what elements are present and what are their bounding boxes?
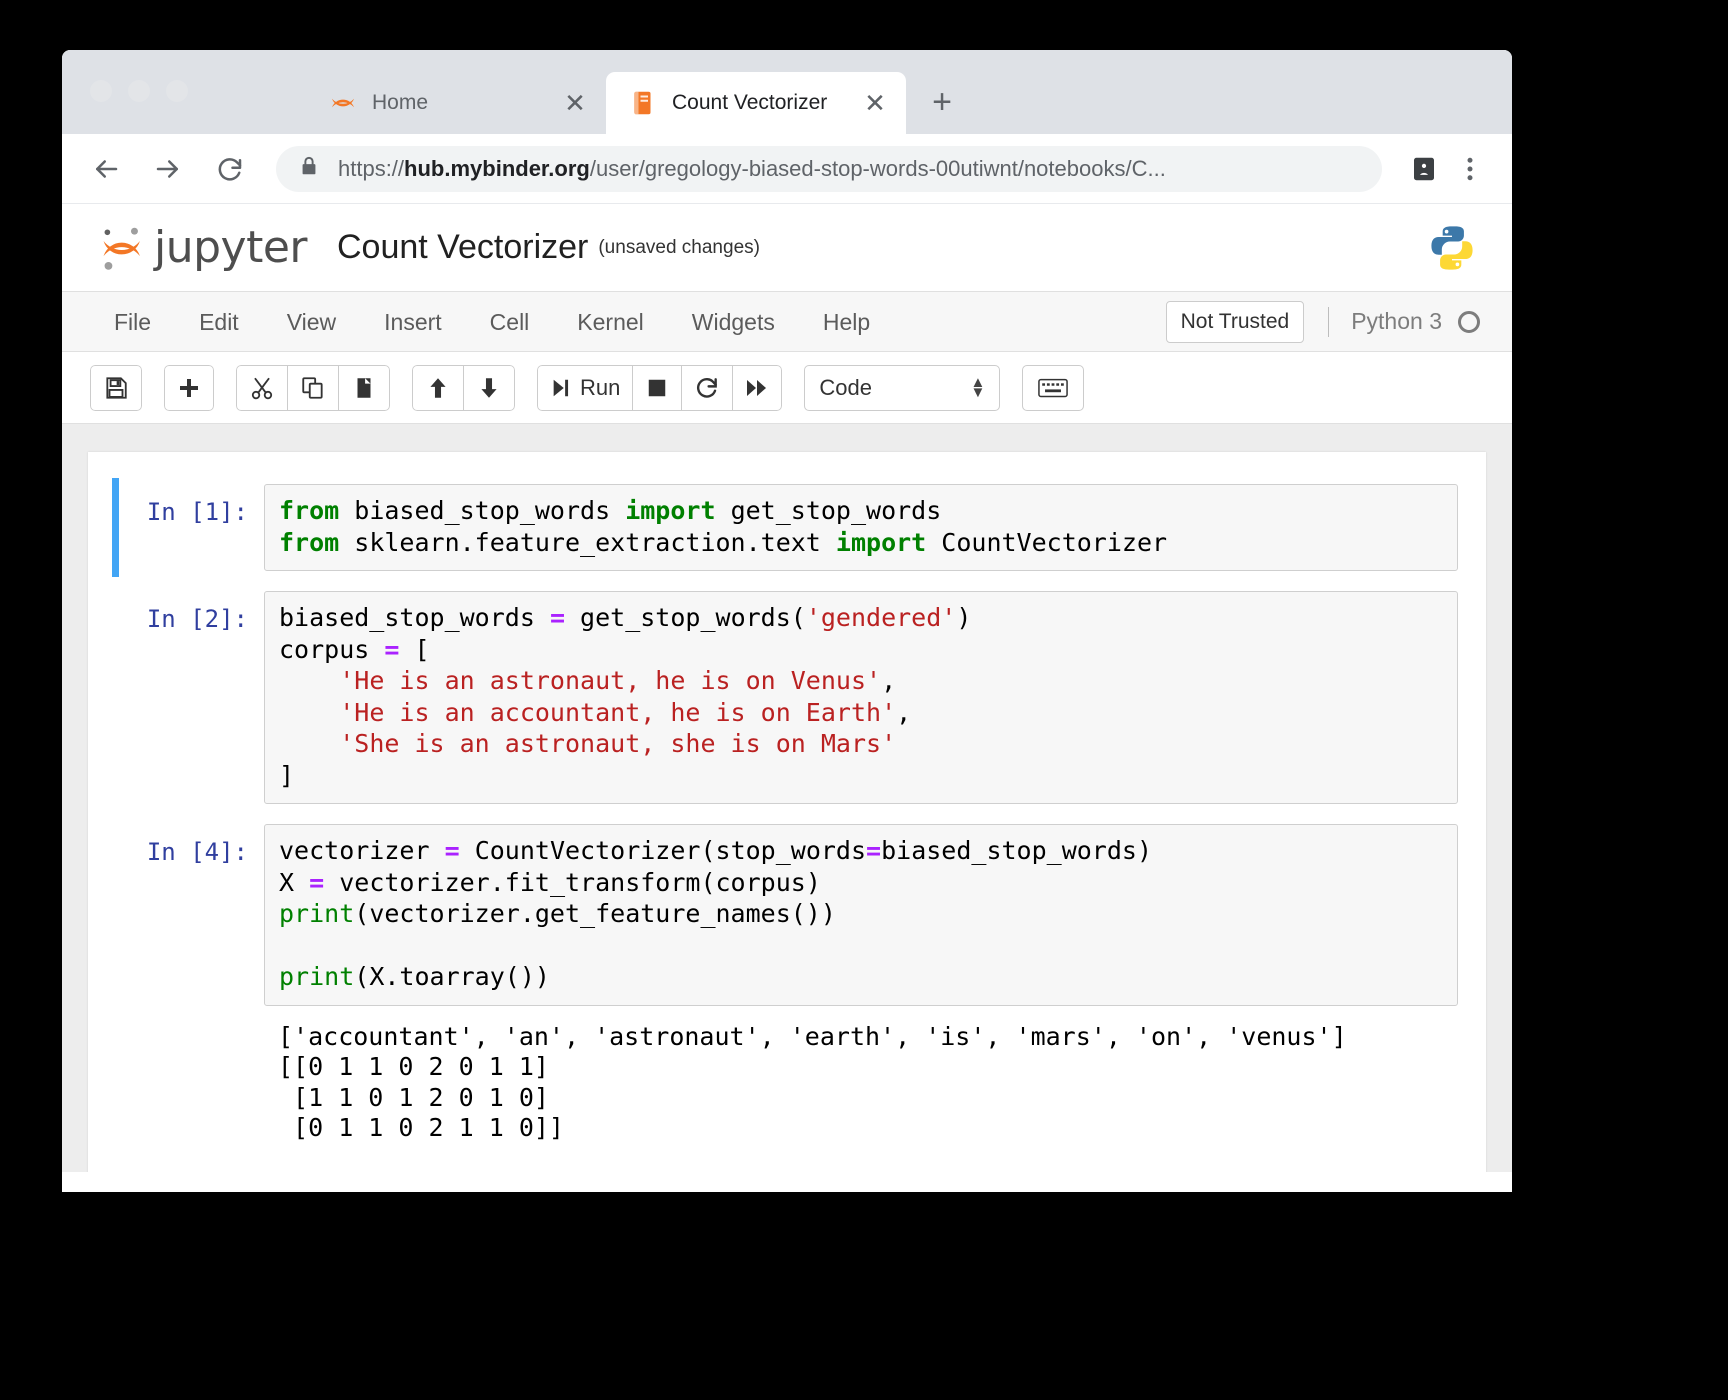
notebook-cell[interactable]: In [1]: from biased_stop_words import ge… <box>88 474 1486 581</box>
edit-cells-group <box>236 364 390 411</box>
jupyter-header: jupyter Count Vectorizer (unsaved change… <box>62 204 1512 292</box>
browser-tab-title: Count Vectorizer <box>672 91 828 114</box>
notebook-cell[interactable]: In [2]: biased_stop_words = get_stop_wor… <box>88 581 1486 814</box>
kernel-name-label: Python 3 <box>1351 308 1442 334</box>
interrupt-kernel-button[interactable] <box>632 364 683 411</box>
forward-button[interactable] <box>146 147 190 191</box>
python-logo-icon <box>1426 222 1478 274</box>
kernel-idle-circle-icon <box>1458 310 1480 333</box>
cell-source-code: vectorizer = CountVectorizer(stop_words=… <box>279 836 1153 991</box>
cell-output-row: ['accountant', 'an', 'astronaut', 'earth… <box>88 1016 1486 1154</box>
insert-cell-below-button[interactable] <box>164 364 214 411</box>
jupyter-menu-bar: File Edit View Insert Cell Kernel Widget… <box>62 292 1512 352</box>
jupyter-toolbar: Run Code ▲ ▼ <box>62 352 1512 424</box>
url-scheme: https:// <box>338 155 405 181</box>
jupyter-icon <box>328 88 358 118</box>
cell-source-code: biased_stop_words = get_stop_words('gend… <box>279 603 972 790</box>
jupyter-logo-icon <box>96 222 148 274</box>
jupyter-logo-link[interactable]: jupyter <box>96 222 308 274</box>
notebook-name[interactable]: Count Vectorizer <box>337 228 588 267</box>
copy-cell-button[interactable] <box>287 364 339 411</box>
new-tab-button[interactable]: + <box>920 80 964 124</box>
cell-prompt: In [2]: <box>146 605 248 633</box>
address-bar[interactable]: https://hub.mybinder.org/user/gregology-… <box>276 145 1382 192</box>
browser-tab-title: Home <box>372 91 429 114</box>
restart-and-run-all-button[interactable] <box>732 364 783 411</box>
menu-item-widgets[interactable]: Widgets <box>668 292 799 352</box>
cell-prompt: In [1]: <box>146 498 248 526</box>
menu-item-kernel[interactable]: Kernel <box>553 292 667 352</box>
profile-icon[interactable] <box>1404 149 1444 189</box>
address-bar-url: https://hub.mybinder.org/user/gregology-… <box>338 156 1166 182</box>
browser-window: Home ✕ Count Vectorizer ✕ + https://hub.… <box>62 50 1512 1192</box>
move-cell-down-button[interactable] <box>463 364 515 411</box>
save-status-label: (unsaved changes) <box>598 236 760 258</box>
browser-toolbar: https://hub.mybinder.org/user/gregology-… <box>62 134 1512 204</box>
trust-status-badge[interactable]: Not Trusted <box>1165 300 1305 343</box>
move-cells-group <box>412 364 515 411</box>
run-button-label: Run <box>580 374 621 400</box>
save-group <box>90 364 142 411</box>
notebook-icon <box>628 88 658 118</box>
back-button[interactable] <box>84 147 128 191</box>
kebab-menu-icon[interactable] <box>1450 149 1490 189</box>
restart-kernel-button[interactable] <box>681 364 734 411</box>
header-right-area <box>1426 222 1478 274</box>
cell-input-area[interactable]: biased_stop_words = get_stop_words('gend… <box>264 591 1458 804</box>
minimize-window-button[interactable] <box>128 80 150 102</box>
notebook-cell[interactable]: In [4]: vectorizer = CountVectorizer(sto… <box>88 814 1486 1016</box>
jupyter-wordmark: jupyter <box>154 222 308 273</box>
browser-tab-strip: Home ✕ Count Vectorizer ✕ + <box>62 50 1512 134</box>
paste-cell-button[interactable] <box>338 364 390 411</box>
save-button[interactable] <box>90 364 142 411</box>
cell-output-text: ['accountant', 'an', 'astronaut', 'earth… <box>278 1021 1347 1143</box>
close-window-button[interactable] <box>90 80 112 102</box>
cell-type-value: Code <box>819 374 872 400</box>
divider <box>1328 306 1330 337</box>
browser-tab-count-vectorizer[interactable]: Count Vectorizer ✕ <box>606 72 906 134</box>
menu-item-cell[interactable]: Cell <box>466 292 554 352</box>
url-host: hub.mybinder.org <box>404 155 590 181</box>
notebook-container: In [1]: from biased_stop_words import ge… <box>88 452 1486 1172</box>
move-cell-up-button[interactable] <box>412 364 464 411</box>
close-tab-button[interactable]: ✕ <box>558 86 592 120</box>
cell-type-select[interactable]: Code ▲ ▼ <box>804 364 1001 411</box>
lock-icon <box>298 154 320 183</box>
window-traffic-lights <box>90 80 188 102</box>
cell-input-area[interactable]: vectorizer = CountVectorizer(stop_words=… <box>264 824 1458 1006</box>
url-path: /user/gregology-biased-stop-words-00utiw… <box>589 155 1166 181</box>
browser-tab-home[interactable]: Home ✕ <box>306 72 606 134</box>
run-controls-group: Run <box>537 364 783 411</box>
cut-cell-button[interactable] <box>236 364 288 411</box>
menu-item-help[interactable]: Help <box>799 292 894 352</box>
notebook-scroll-area[interactable]: In [1]: from biased_stop_words import ge… <box>62 424 1512 1172</box>
menu-item-insert[interactable]: Insert <box>360 292 466 352</box>
cell-prompt: In [4]: <box>146 838 248 866</box>
menu-bar-right: Not Trusted Python 3 <box>1165 300 1490 343</box>
reload-button[interactable] <box>208 147 252 191</box>
chevron-updown-icon: ▲ ▼ <box>970 374 986 401</box>
menu-item-file[interactable]: File <box>90 292 175 352</box>
cell-source-code: from biased_stop_words import get_stop_w… <box>279 496 1168 557</box>
output-prompt-spacer <box>112 1018 264 1144</box>
menu-item-edit[interactable]: Edit <box>175 292 263 352</box>
close-tab-button[interactable]: ✕ <box>858 86 892 120</box>
cell-input-area[interactable]: from biased_stop_words import get_stop_w… <box>264 484 1458 571</box>
insert-cell-group <box>164 364 214 411</box>
keyboard-shortcuts-button[interactable] <box>1022 364 1085 411</box>
run-cell-button[interactable]: Run <box>537 364 634 411</box>
menu-item-view[interactable]: View <box>263 292 360 352</box>
maximize-window-button[interactable] <box>166 80 188 102</box>
